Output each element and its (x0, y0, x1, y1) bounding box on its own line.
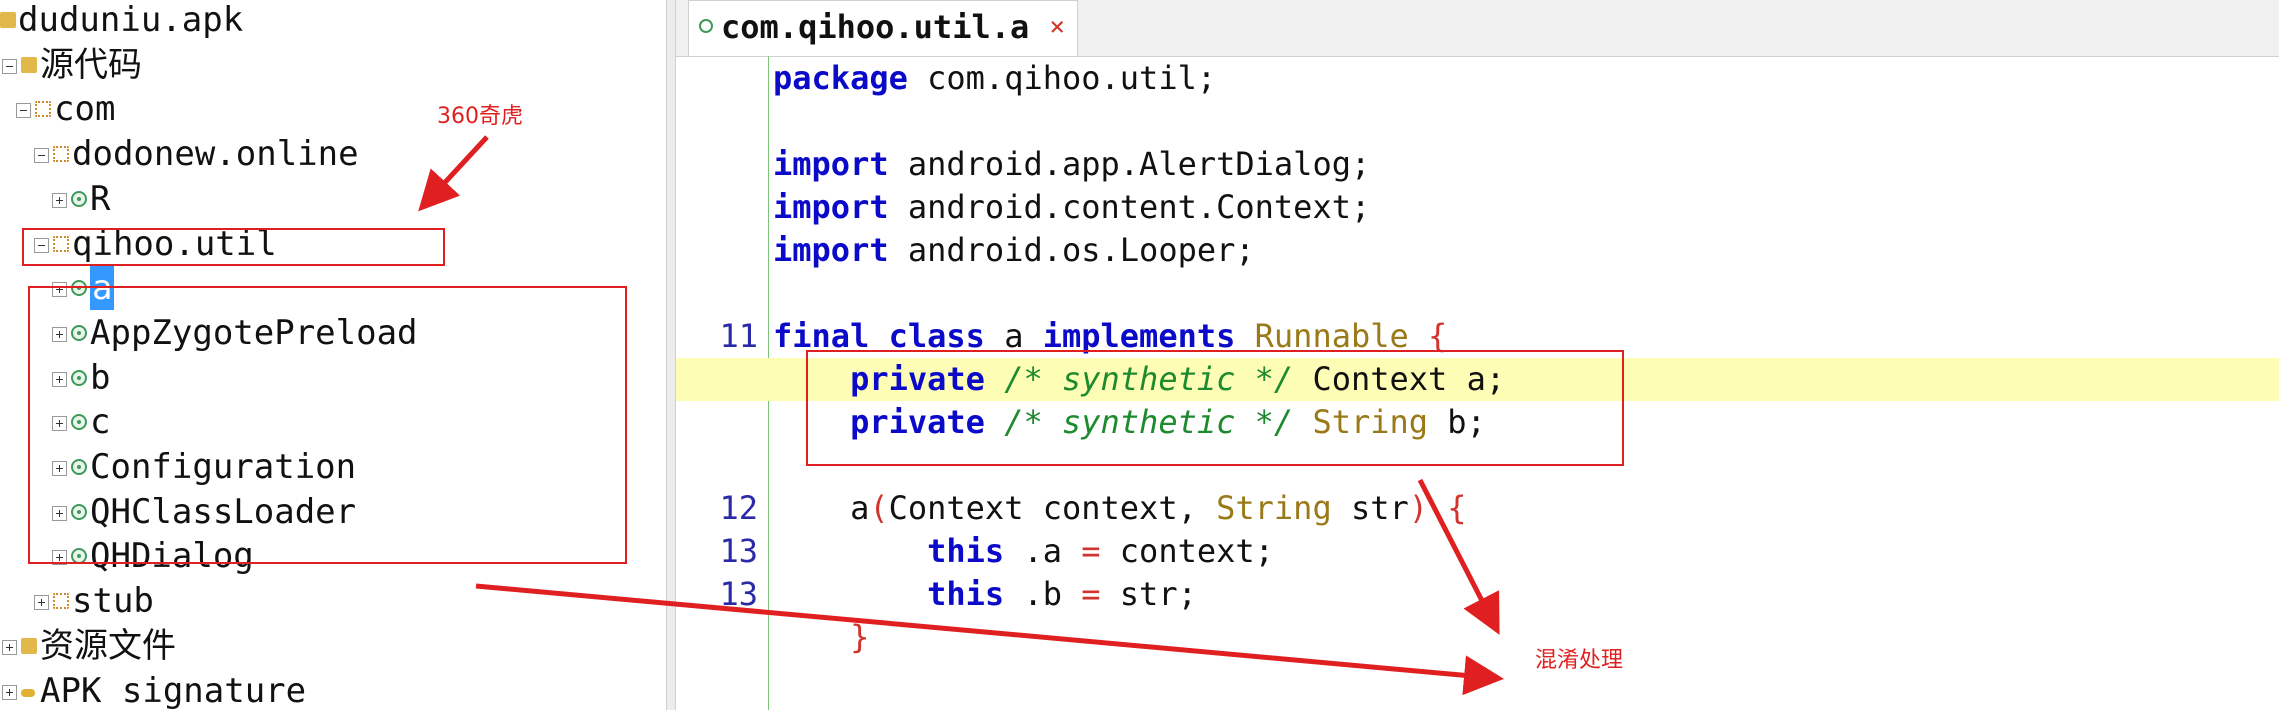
code-token: String (1216, 489, 1332, 527)
code-token: this (927, 532, 1005, 570)
code-line[interactable]: import android.os.Looper; (676, 229, 2279, 272)
code-token: import (773, 188, 889, 226)
code-text: import android.os.Looper; (773, 229, 1255, 272)
code-text: import android.content.Context; (773, 186, 1370, 229)
annotation-text-obfuscation: 混淆处理 (1535, 648, 1624, 673)
tree-item-stub[interactable]: stub (0, 579, 660, 623)
expand-toggle-icon[interactable] (2, 684, 17, 700)
code-token: this (927, 575, 1005, 613)
code-line[interactable] (676, 272, 2279, 315)
tree-item-label: stub (72, 581, 154, 622)
class-icon (71, 190, 87, 207)
tab-com-qihoo-util-a[interactable]: com.qihoo.util.a × (688, 0, 1078, 56)
line-number: 11 (719, 317, 758, 355)
code-text: import android.app.AlertDialog; (773, 143, 1370, 186)
line-number: 13 (719, 532, 758, 570)
editor-tab-bar: com.qihoo.util.a × (676, 0, 2279, 57)
code-token: android.os.Looper; (888, 231, 1255, 269)
tab-title: com.qihoo.util.a (721, 8, 1030, 46)
tree-item-label: 资源文件 (40, 625, 176, 666)
line-number: 13 (719, 575, 758, 613)
class-icon (699, 19, 713, 33)
code-token: = (1081, 532, 1101, 570)
expand-toggle-icon[interactable] (2, 639, 17, 655)
code-text: a(Context context, String str) { (773, 487, 1467, 530)
code-token: import (773, 145, 889, 183)
folder-icon (21, 637, 37, 654)
package-icon (53, 146, 69, 163)
tree-item-label: APK signature (40, 670, 307, 710)
annotation-box-package (22, 228, 445, 266)
code-token: package (773, 59, 908, 97)
tree-item-label: com (54, 89, 116, 130)
tree-item-dodonew-online[interactable]: dodonew.online (0, 132, 660, 176)
annotation-box-fields (806, 350, 1624, 466)
folder-icon (21, 56, 37, 73)
package-icon (53, 593, 69, 610)
code-token: a (773, 489, 870, 527)
tree-item-apk-signature[interactable]: APK signature (0, 669, 660, 710)
code-line[interactable]: } (676, 616, 2279, 659)
tree-item-label: duduniu.apk (18, 0, 244, 40)
code-token: Context context, (888, 489, 1217, 527)
expand-toggle-icon[interactable] (34, 148, 49, 164)
code-line[interactable]: import android.content.Context; (676, 186, 2279, 229)
annotation-box-classes (28, 286, 627, 564)
tree-item-com[interactable]: com (0, 87, 660, 131)
key-icon (21, 688, 35, 697)
code-token: .a (1004, 532, 1082, 570)
code-token: com.qihoo.util; (907, 59, 1217, 97)
tree-item-duduniu-apk[interactable]: duduniu.apk (0, 0, 660, 42)
tree-item-label: 源代码 (40, 44, 142, 85)
code-line[interactable]: 13 this .a = context; (676, 530, 2279, 573)
tree-item-label: R (90, 178, 111, 219)
code-token: android.app.AlertDialog; (888, 145, 1371, 183)
expand-toggle-icon[interactable] (52, 192, 67, 208)
code-token: context; (1100, 532, 1274, 570)
code-token: str (1331, 489, 1409, 527)
line-number: 12 (719, 489, 758, 527)
code-text: package com.qihoo.util; (773, 57, 1216, 100)
close-icon[interactable]: × (1049, 1, 1065, 53)
tree-item-label: dodonew.online (72, 134, 359, 175)
pane-splitter[interactable] (666, 0, 676, 710)
code-token: str; (1100, 575, 1197, 613)
code-line[interactable]: import android.app.AlertDialog; (676, 143, 2279, 186)
package-icon (35, 101, 51, 118)
code-token: ) { (1408, 489, 1467, 527)
tree-item-r[interactable]: R (0, 177, 660, 221)
code-token: import (773, 231, 889, 269)
expand-toggle-icon[interactable] (16, 103, 31, 119)
annotation-text-qihoo: 360奇虎 (437, 104, 523, 129)
code-token: = (1081, 575, 1101, 613)
code-text: } (773, 616, 869, 659)
code-text: this .a = context; (773, 530, 1274, 573)
code-text: this .b = str; (773, 573, 1197, 616)
tree-item-[interactable]: 资源文件 (0, 624, 660, 668)
code-token: .b (1004, 575, 1082, 613)
apk-icon (0, 12, 16, 28)
tree-item-[interactable]: 源代码 (0, 43, 660, 87)
code-line[interactable] (676, 100, 2279, 143)
expand-toggle-icon[interactable] (34, 595, 49, 611)
expand-toggle-icon[interactable] (2, 58, 17, 74)
code-token: } (773, 618, 870, 656)
code-token: android.content.Context; (888, 188, 1371, 226)
code-line[interactable]: 13 this .b = str; (676, 573, 2279, 616)
code-line[interactable]: 12 a(Context context, String str) { (676, 487, 2279, 530)
code-token: ( (869, 489, 889, 527)
code-line[interactable]: package com.qihoo.util; (676, 57, 2279, 100)
